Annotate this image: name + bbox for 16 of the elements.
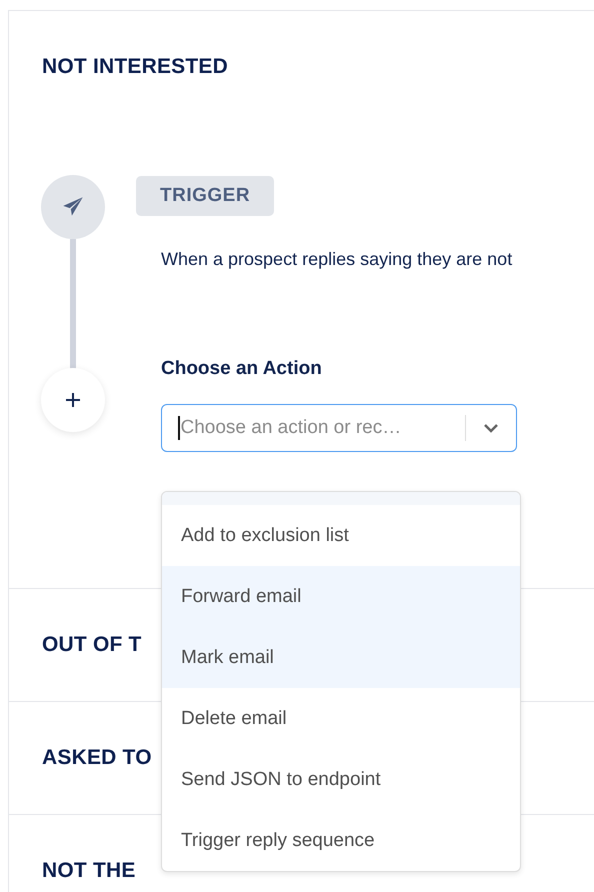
menu-item[interactable]: Forward email [162,566,520,627]
trigger-description: When a prospect replies saying they are not [161,249,512,270]
section-heading[interactable]: OUT OF T [42,633,142,657]
menu-item[interactable]: Mark email [162,627,520,688]
menu-item[interactable]: Send JSON to endpoint [162,749,520,810]
chevron-down-icon [482,422,500,434]
field-label: Choose an Action [161,358,322,380]
menu-item[interactable]: Trigger reply sequence [162,810,520,871]
menu-item[interactable]: Add to exclusion list [162,505,520,566]
menu-item[interactable]: Delete email [162,688,520,749]
plus-icon [64,391,82,409]
section-heading[interactable]: NOT INTERESTED [42,55,228,79]
trigger-badge: TRIGGER [136,176,274,216]
section-heading[interactable]: ASKED TO [42,746,152,770]
partial-menu-item[interactable] [162,492,520,505]
section-heading[interactable]: NOT THE [42,859,136,883]
